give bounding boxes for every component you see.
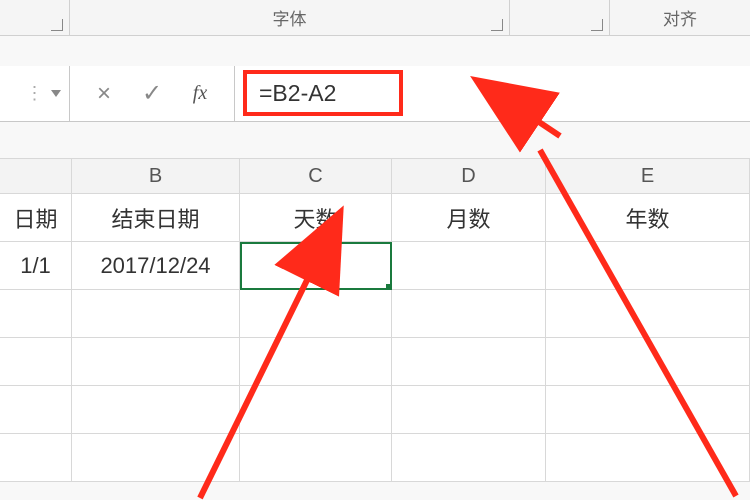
table-row: 1/1 2017/12/24 357	[0, 242, 750, 290]
cell[interactable]: 月数	[392, 194, 546, 242]
ribbon-group-font: 字体	[70, 0, 510, 35]
column-header[interactable]: E	[546, 158, 750, 194]
cell[interactable]	[72, 290, 240, 338]
column-header[interactable]: D	[392, 158, 546, 194]
cell[interactable]: 天数	[240, 194, 392, 242]
ribbon-group-alignment: 对齐	[610, 0, 750, 35]
column-header[interactable]: B	[72, 158, 240, 194]
formula-bar-controls: × ✓ fx	[70, 66, 235, 121]
dialog-launcher-icon[interactable]	[491, 19, 503, 31]
chevron-down-icon	[51, 90, 61, 97]
formula-bar: ⋮ × ✓ fx =B2-A2	[0, 66, 750, 122]
fx-icon: fx	[193, 82, 207, 105]
cell[interactable]	[392, 434, 546, 482]
cell[interactable]	[0, 338, 72, 386]
ribbon-group-label: 对齐	[663, 5, 697, 30]
cell[interactable]	[392, 386, 546, 434]
table-row	[0, 386, 750, 434]
cell[interactable]	[392, 338, 546, 386]
cell[interactable]: 2017/12/24	[72, 242, 240, 290]
spreadsheet-grid: B C D E 日期 结束日期 天数 月数 年数 1/1 2017/12/24 …	[0, 158, 750, 482]
cell[interactable]	[0, 386, 72, 434]
cell[interactable]	[392, 290, 546, 338]
check-icon: ✓	[142, 79, 162, 108]
cell[interactable]	[72, 434, 240, 482]
dialog-launcher-icon[interactable]	[591, 19, 603, 31]
name-box[interactable]: ⋮	[0, 66, 70, 121]
cell[interactable]	[240, 338, 392, 386]
dialog-launcher-icon[interactable]	[51, 19, 63, 31]
column-header[interactable]	[0, 158, 72, 194]
ribbon-group-1	[0, 0, 70, 35]
ribbon-group-label: 字体	[273, 5, 307, 30]
cell[interactable]	[72, 338, 240, 386]
cell[interactable]: 年数	[546, 194, 750, 242]
cell[interactable]: 日期	[0, 194, 72, 242]
cell[interactable]	[546, 338, 750, 386]
selected-cell[interactable]: 357	[240, 242, 392, 290]
cell[interactable]	[546, 290, 750, 338]
table-row	[0, 338, 750, 386]
cell[interactable]	[240, 290, 392, 338]
formula-input[interactable]: =B2-A2	[235, 66, 750, 121]
formula-text: =B2-A2	[259, 80, 336, 107]
cell[interactable]	[392, 242, 546, 290]
cell[interactable]	[546, 242, 750, 290]
cell[interactable]	[72, 386, 240, 434]
cell[interactable]: 结束日期	[72, 194, 240, 242]
column-header[interactable]: C	[240, 158, 392, 194]
insert-function-button[interactable]: fx	[176, 66, 224, 121]
cell[interactable]	[546, 386, 750, 434]
ribbon-groups: 字体 对齐	[0, 0, 750, 36]
cell[interactable]	[240, 434, 392, 482]
cell[interactable]	[0, 290, 72, 338]
table-row	[0, 434, 750, 482]
cancel-button[interactable]: ×	[80, 66, 128, 121]
cell[interactable]	[240, 386, 392, 434]
cell[interactable]: 1/1	[0, 242, 72, 290]
confirm-button[interactable]: ✓	[128, 66, 176, 121]
table-row	[0, 290, 750, 338]
cell[interactable]	[0, 434, 72, 482]
ribbon-group-3	[510, 0, 610, 35]
cell[interactable]	[546, 434, 750, 482]
grid-rows: 日期 结束日期 天数 月数 年数 1/1 2017/12/24 357	[0, 194, 750, 482]
table-row: 日期 结束日期 天数 月数 年数	[0, 194, 750, 242]
column-headers: B C D E	[0, 158, 750, 194]
close-icon: ×	[97, 80, 111, 108]
